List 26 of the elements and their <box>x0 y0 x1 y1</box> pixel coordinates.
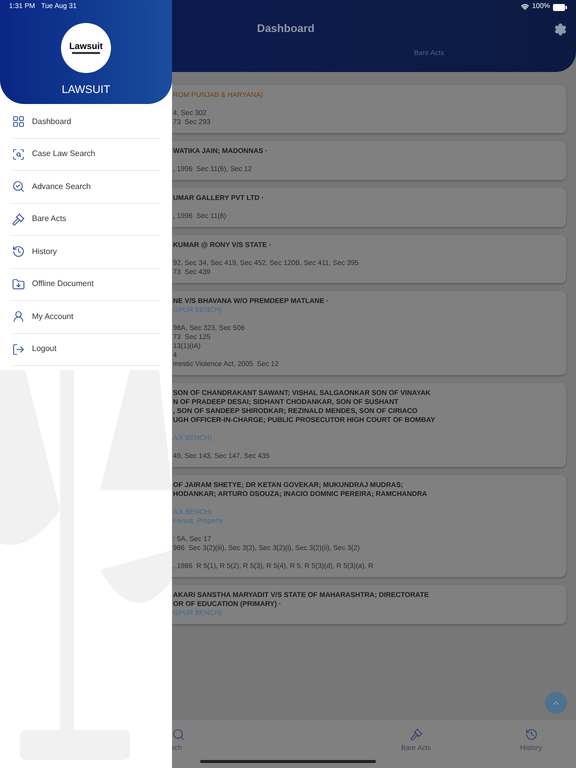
user-icon <box>12 310 25 324</box>
search-icon <box>172 728 185 741</box>
menu-item[interactable]: Bare Acts <box>12 204 160 236</box>
search-icon <box>12 180 25 194</box>
menu-item[interactable]: Case Law Search <box>12 138 160 171</box>
case-card[interactable] <box>172 383 566 467</box>
logo: Lawsuit <box>61 23 111 73</box>
scan-search-icon <box>12 148 25 161</box>
page-title: Dashboard <box>257 22 314 37</box>
menu-item[interactable]: Dashboard <box>12 106 160 138</box>
history-icon <box>12 245 25 258</box>
gavel-icon <box>12 212 25 226</box>
grid-icon <box>12 115 25 128</box>
gavel-icon <box>410 728 422 741</box>
folder-icon <box>12 278 25 291</box>
menu-item[interactable]: History <box>12 236 160 268</box>
menu-item[interactable]: Offline Document <box>12 268 160 301</box>
wifi-icon <box>521 3 530 11</box>
menu-item[interactable]: My Account <box>12 301 160 334</box>
settings-icon[interactable] <box>554 22 567 36</box>
logout-icon <box>12 342 25 356</box>
case-card[interactable] <box>172 475 566 577</box>
menu-item[interactable]: Advance Search <box>12 171 160 204</box>
menu-item[interactable]: Logout <box>12 334 160 366</box>
app-name: LAWSUIT <box>62 83 110 98</box>
history-icon <box>524 728 538 741</box>
